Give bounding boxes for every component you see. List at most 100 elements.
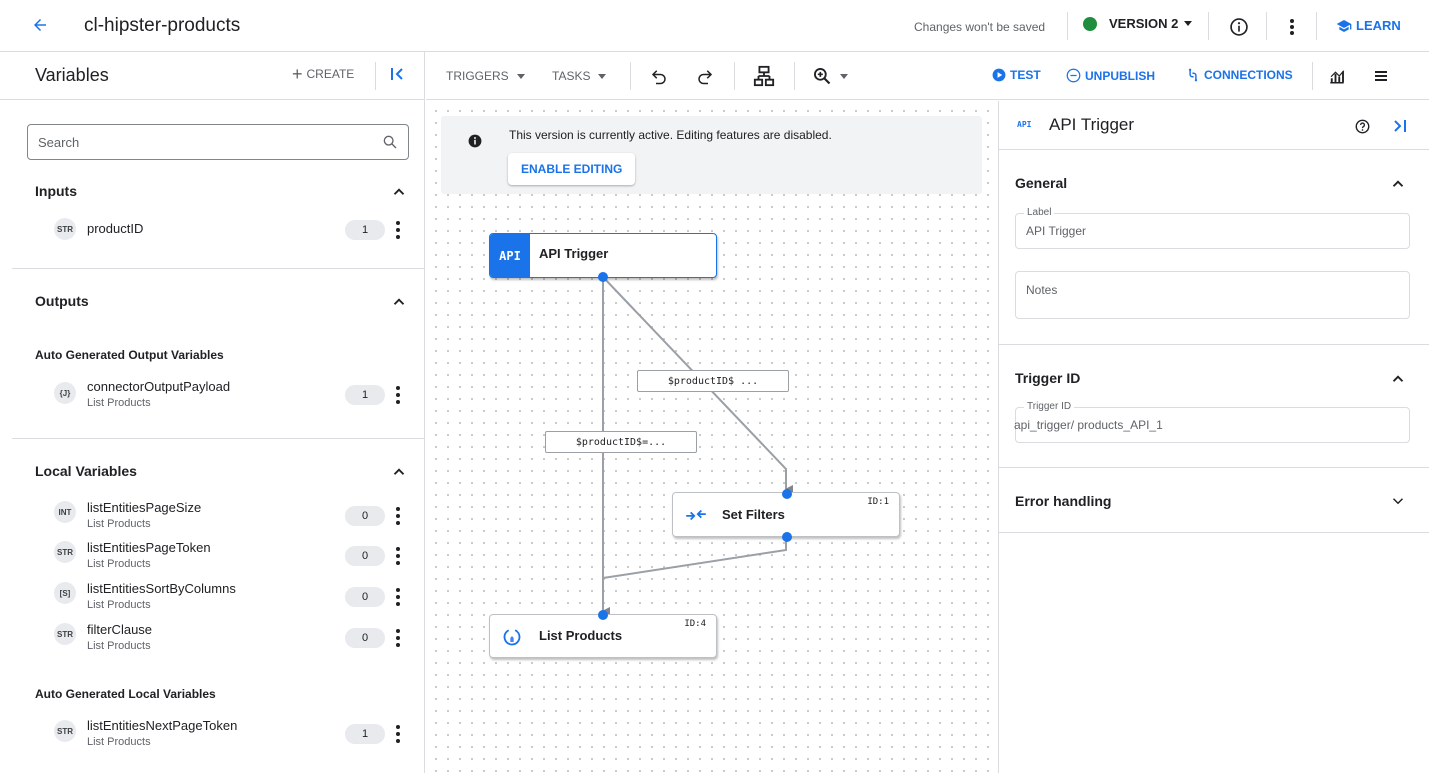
outputs-section-title: Outputs — [35, 293, 89, 309]
unsaved-changes-note: Changes won't be saved — [914, 20, 1046, 34]
details-panel-header: API API Trigger — [999, 101, 1429, 150]
caret-down-icon — [840, 73, 848, 79]
zoom-menu-button[interactable] — [810, 64, 850, 88]
variable-source: List Products — [87, 518, 151, 530]
integration-canvas[interactable]: This version is currently active. Editin… — [426, 101, 998, 773]
variable-row[interactable]: {J} connectorOutputPayload List Products… — [35, 377, 415, 413]
test-button[interactable]: TEST — [992, 68, 1041, 82]
variable-name: listEntitiesSortByColumns — [87, 581, 236, 596]
variables-panel: Variables + CREATE Inputs STR productID … — [0, 52, 425, 773]
edge-condition-label[interactable]: $productID$ ... — [637, 370, 789, 392]
variables-panel-header: Variables + CREATE — [0, 52, 425, 100]
edge-condition-label[interactable]: $productID$=... — [545, 431, 697, 453]
label-field-label: Label — [1024, 207, 1055, 218]
input-port[interactable] — [598, 610, 608, 620]
variable-source: List Products — [87, 736, 151, 748]
usage-count-badge: 0 — [345, 546, 385, 566]
connections-button[interactable]: CONNECTIONS — [1186, 68, 1293, 82]
node-id-label: ID:4 — [684, 619, 706, 629]
divider — [1316, 12, 1317, 40]
chevron-down-icon[interactable] — [1389, 492, 1407, 510]
more-vert-icon[interactable] — [391, 220, 405, 240]
menu-icon[interactable] — [1370, 65, 1392, 87]
analytics-icon[interactable] — [1326, 65, 1348, 87]
edges-layer — [602, 276, 793, 615]
variable-name: productID — [87, 221, 144, 236]
chevron-up-icon[interactable] — [390, 463, 408, 481]
more-vert-icon[interactable] — [391, 587, 405, 607]
section-divider — [12, 438, 424, 439]
variable-row[interactable]: STR listEntitiesPageToken List Products … — [35, 538, 415, 574]
input-port[interactable] — [782, 489, 792, 499]
undo-icon[interactable] — [648, 65, 670, 87]
search-input[interactable] — [38, 125, 358, 159]
section-divider — [999, 532, 1429, 533]
json-type-icon: {J} — [54, 382, 76, 404]
info-icon[interactable] — [1228, 16, 1250, 38]
label-field-value: API Trigger — [1026, 224, 1087, 238]
string-type-icon: STR — [54, 218, 76, 240]
more-vert-icon[interactable] — [1284, 16, 1300, 38]
auto-layout-icon[interactable] — [752, 64, 776, 88]
back-arrow-icon[interactable] — [26, 14, 54, 38]
connections-icon — [1188, 68, 1198, 82]
close-panel-icon[interactable] — [1392, 118, 1408, 134]
triggers-menu-button[interactable]: TRIGGERS — [446, 69, 525, 83]
create-variable-button[interactable]: + CREATE — [292, 65, 354, 83]
search-icon[interactable] — [382, 134, 398, 150]
data-mapping-icon — [686, 509, 706, 521]
play-circle-icon — [992, 68, 1006, 82]
integration-title: cl-hipster-products — [84, 15, 241, 36]
list-products-node[interactable]: List Products ID:4 — [489, 614, 717, 658]
trigger-id-field-label: Trigger ID — [1024, 401, 1075, 412]
version-selector[interactable]: VERSION 2 — [1083, 16, 1193, 31]
trigger-id-field: Trigger ID api_trigger/ products_API_1 — [1014, 401, 1410, 443]
label-field[interactable]: Label API Trigger — [1015, 207, 1410, 249]
more-vert-icon[interactable] — [391, 546, 405, 566]
variable-row[interactable]: STR listEntitiesNextPageToken List Produ… — [35, 716, 415, 752]
help-icon[interactable] — [1355, 119, 1370, 134]
triggers-label: TRIGGERS — [446, 69, 509, 83]
variable-row[interactable]: STR productID 1 — [35, 218, 415, 254]
school-icon — [1336, 19, 1352, 32]
string-type-icon: STR — [54, 623, 76, 645]
output-port[interactable] — [598, 272, 608, 282]
more-vert-icon[interactable] — [391, 724, 405, 744]
variable-source: List Products — [87, 640, 151, 652]
node-title: API Trigger — [539, 246, 609, 261]
redo-icon[interactable] — [694, 65, 716, 87]
unpublish-button[interactable]: UNPUBLISH — [1066, 68, 1155, 83]
remove-circle-icon — [1066, 68, 1081, 83]
notes-field[interactable]: Notes — [1015, 271, 1410, 319]
output-port[interactable] — [782, 532, 792, 542]
divider — [375, 62, 376, 90]
tasks-menu-button[interactable]: TASKS — [552, 69, 607, 83]
more-vert-icon[interactable] — [391, 628, 405, 648]
chevron-up-icon[interactable] — [1389, 370, 1407, 388]
inputs-section-title: Inputs — [35, 183, 77, 199]
error-handling-section-title: Error handling — [1015, 493, 1112, 509]
caret-down-icon — [598, 73, 607, 79]
chevron-up-icon[interactable] — [390, 293, 408, 311]
usage-count-badge: 0 — [345, 628, 385, 648]
divider — [794, 62, 795, 90]
variable-row[interactable]: INT listEntitiesPageSize List Products 0 — [35, 498, 415, 534]
collapse-panel-icon[interactable] — [389, 66, 405, 85]
string-array-type-icon: [S] — [54, 582, 76, 604]
trigger-details-panel: API API Trigger General Label API Trigge… — [998, 101, 1429, 773]
variable-source: List Products — [87, 599, 151, 611]
api-trigger-icon: API — [490, 234, 530, 277]
divider — [1312, 62, 1313, 90]
variable-name: connectorOutputPayload — [87, 379, 231, 394]
more-vert-icon[interactable] — [391, 506, 405, 526]
learn-button[interactable]: LEARN — [1336, 18, 1401, 33]
more-vert-icon[interactable] — [391, 385, 405, 405]
chevron-up-icon[interactable] — [1389, 175, 1407, 193]
variable-row[interactable]: [S] listEntitiesSortByColumns List Produ… — [35, 579, 415, 615]
active-status-dot-icon — [1083, 16, 1097, 31]
variable-name: listEntitiesPageToken — [87, 540, 211, 555]
variable-row[interactable]: STR filterClause List Products 0 — [35, 620, 415, 656]
chevron-up-icon[interactable] — [390, 183, 408, 201]
variable-source: List Products — [87, 397, 151, 409]
variable-name: listEntitiesNextPageToken — [87, 718, 238, 733]
